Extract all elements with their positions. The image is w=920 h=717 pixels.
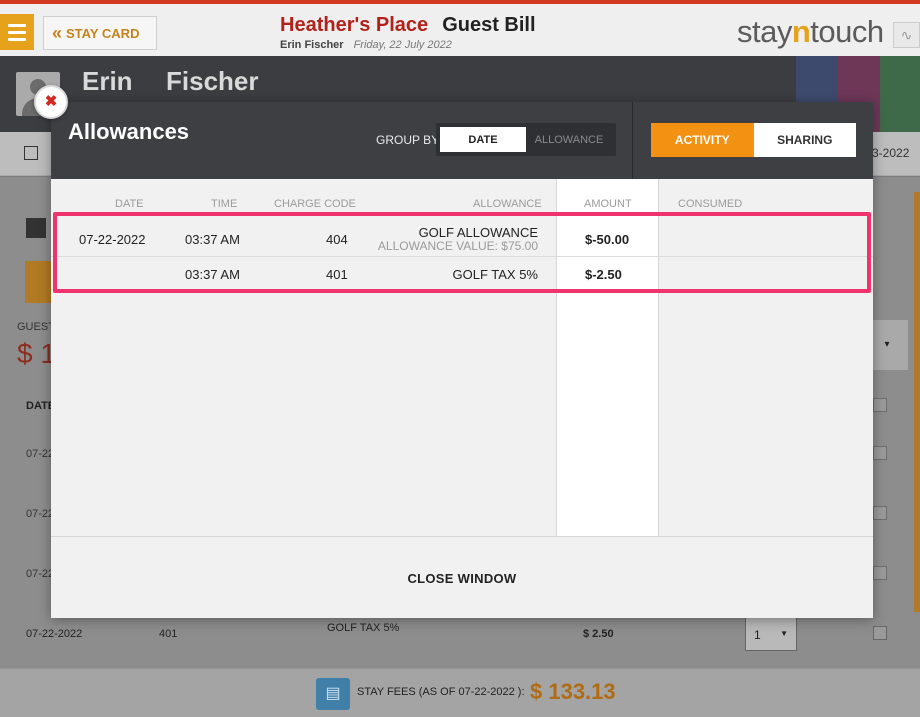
bill-title-block: Heather's Place Guest Bill Erin Fischer … xyxy=(280,14,620,51)
view-toggle: ACTIVITY SHARING xyxy=(651,123,856,157)
row-date: 07-22 xyxy=(26,448,55,460)
expand-icon[interactable] xyxy=(24,146,38,160)
sharing-tab[interactable]: SHARING xyxy=(753,123,856,157)
col-header-date: DATE xyxy=(115,198,144,210)
row-checkbox[interactable] xyxy=(873,626,887,640)
row-date: 07-22-2022 xyxy=(26,628,83,640)
chevron-down-icon: ▼ xyxy=(780,629,788,638)
row-description: GOLF TAX 5% xyxy=(327,622,400,634)
scrollbar[interactable] xyxy=(914,192,920,612)
allowances-modal: Allowances GROUP BY DATE ALLOWANCE ACTIV… xyxy=(51,102,873,618)
modal-footer: CLOSE WINDOW xyxy=(51,536,873,618)
row-date: 07-22 xyxy=(26,568,55,580)
row-checkbox[interactable] xyxy=(873,506,887,520)
header-bill-date: Friday, 22 July 2022 xyxy=(353,39,452,51)
row-amount: $ 2.50 xyxy=(583,628,614,640)
row-checkbox[interactable] xyxy=(873,446,887,460)
modal-title: Allowances xyxy=(68,119,190,144)
guest-balance-label: GUEST xyxy=(17,321,55,333)
receipt-icon[interactable]: ▤ xyxy=(316,678,350,710)
menu-icon[interactable] xyxy=(0,14,34,50)
stay-card-button[interactable]: « STAY CARD xyxy=(43,16,157,50)
header-guest-name: Erin Fischer xyxy=(280,39,344,51)
guest-first-name: Erin xyxy=(82,66,133,96)
selection-highlight xyxy=(53,212,871,293)
subbar-date: 3-2022 xyxy=(872,146,910,160)
table-row: 07-22-2022 401 GOLF TAX 5% $ 2.50 1 ▼ xyxy=(0,612,920,662)
col-header-time: TIME xyxy=(211,198,238,210)
row-checkbox[interactable] xyxy=(873,566,887,580)
close-icon[interactable]: ✖ xyxy=(34,85,68,119)
col-header-amount: AMOUNT xyxy=(584,198,632,210)
close-window-button[interactable]: CLOSE WINDOW xyxy=(51,537,873,619)
activity-tab[interactable]: ACTIVITY xyxy=(651,123,754,157)
double-chevron-left-icon: « xyxy=(52,22,62,43)
quantity-select[interactable]: 1 ▼ xyxy=(745,617,797,651)
guest-last-name: Fischer xyxy=(166,66,259,96)
small-avatar-icon xyxy=(26,218,46,238)
col-header-charge-code: CHARGE CODE xyxy=(274,198,356,210)
modal-header: Allowances GROUP BY DATE ALLOWANCE ACTIV… xyxy=(51,102,873,179)
col-header-allowance: ALLOWANCE xyxy=(473,198,542,210)
group-by-toggle: DATE ALLOWANCE xyxy=(436,123,616,156)
col-header-consumed: CONSUMED xyxy=(678,198,743,210)
row-checkbox[interactable] xyxy=(873,398,887,412)
group-by-allowance-option[interactable]: ALLOWANCE xyxy=(526,127,612,152)
group-by-date-option[interactable]: DATE xyxy=(440,127,526,152)
stay-fees-label: STAY FEES (AS OF 07-22-2022 ): xyxy=(357,686,525,698)
row-charge-code: 401 xyxy=(159,628,178,640)
group-by-label: GROUP BY xyxy=(376,133,440,147)
activity-wave-icon[interactable]: ∿ xyxy=(893,22,920,48)
row-date: 07-22 xyxy=(26,508,55,520)
stay-fees-bar: ▤ STAY FEES (AS OF 07-22-2022 ): $ 133.1… xyxy=(0,668,920,717)
hotel-name: Heather's Place xyxy=(280,14,429,36)
header-divider xyxy=(632,102,633,179)
brand-logo: stayntouch xyxy=(737,14,884,49)
stay-card-label: STAY CARD xyxy=(66,25,140,41)
add-charge-button[interactable] xyxy=(25,261,53,303)
top-bar: « STAY CARD Heather's Place Guest Bill E… xyxy=(0,0,920,56)
stay-fees-amount: $ 133.13 xyxy=(530,679,616,704)
tile-rooms[interactable] xyxy=(880,56,920,132)
page-title: Guest Bill xyxy=(442,14,536,36)
